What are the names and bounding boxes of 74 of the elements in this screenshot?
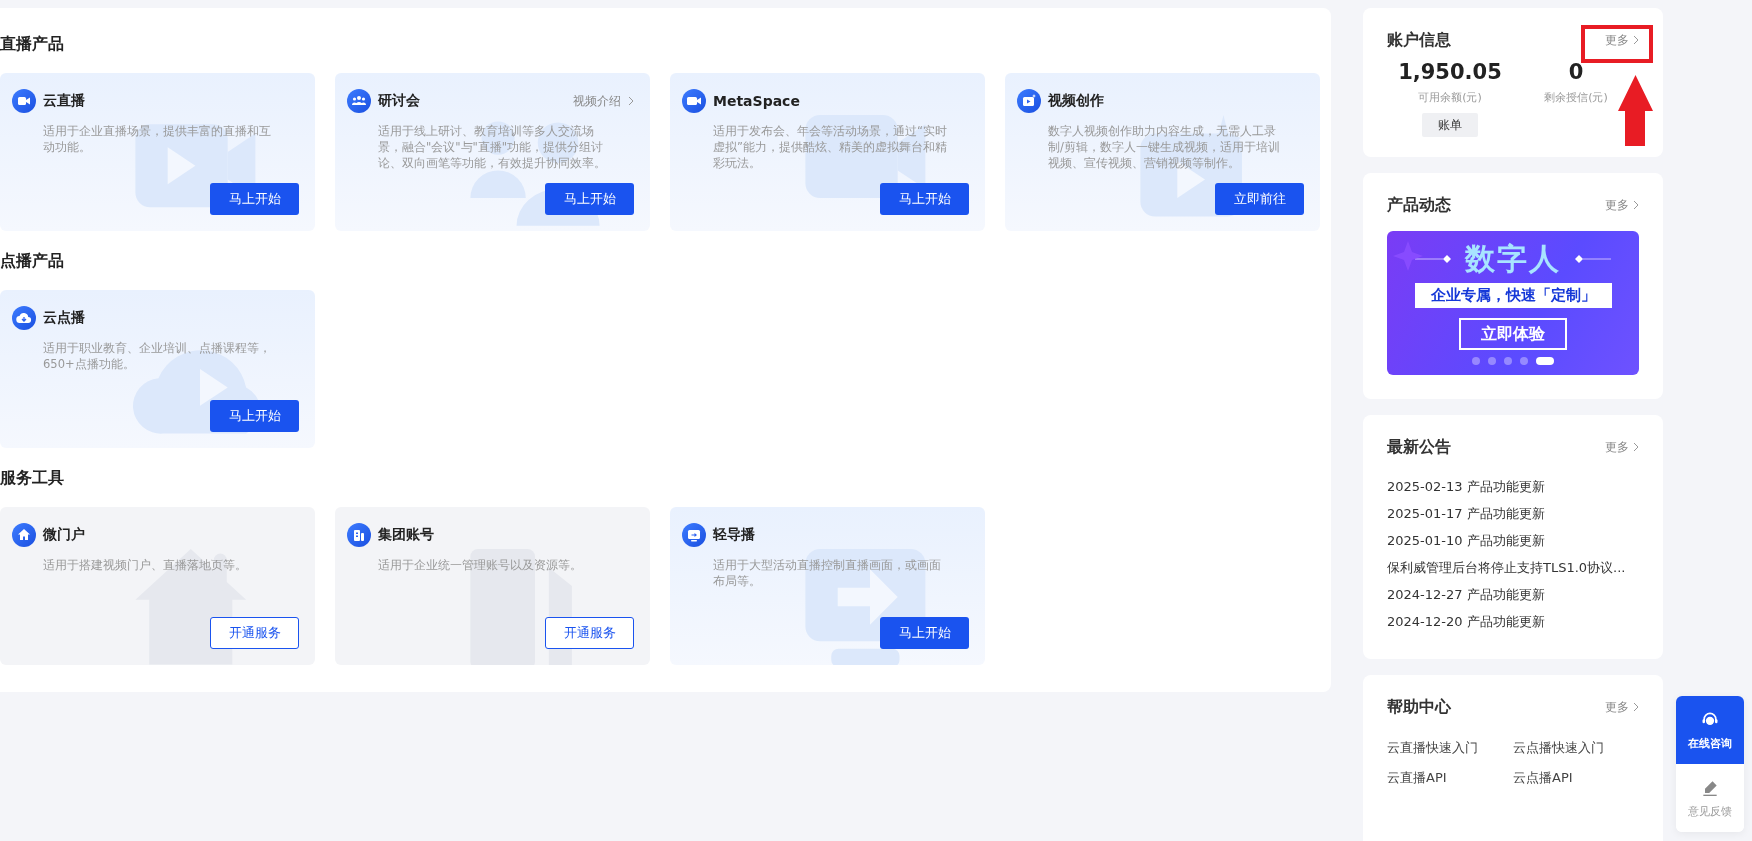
video-camera-icon	[12, 89, 36, 113]
monitor-icon	[682, 523, 706, 547]
chevron-icon	[1633, 702, 1639, 712]
banner-headline: 数字人	[1465, 241, 1561, 277]
start-button[interactable]: 马上开始	[210, 183, 299, 215]
open-service-button[interactable]: 开通服务	[545, 617, 634, 649]
help-link[interactable]: 云直播快速入门	[1387, 739, 1513, 757]
amount-label: 剩余授信(元)	[1544, 90, 1608, 105]
card-title: 产品动态	[1387, 194, 1451, 216]
start-button[interactable]: 马上开始	[880, 183, 969, 215]
open-service-button[interactable]: 开通服务	[210, 617, 299, 649]
chevron-icon	[1633, 442, 1639, 452]
people-icon	[347, 89, 371, 113]
card-title: 账户信息	[1387, 29, 1451, 51]
amount-value: 1,950.05	[1398, 59, 1502, 86]
card-description: 适用于搭建视频门户、直播落地页等。	[43, 557, 248, 573]
notice-link[interactable]: 保利威管理后台将停止支持TLS1.0协议...	[1387, 554, 1639, 581]
start-button[interactable]: 马上开始	[880, 617, 969, 649]
card-title: 云直播	[43, 92, 85, 110]
section-title: 直播产品	[0, 34, 65, 54]
notice-link[interactable]: 2025-01-17 产品功能更新	[1387, 500, 1639, 527]
section-title: 服务工具	[0, 468, 65, 488]
online-consult-button[interactable]: 在线咨询	[1676, 696, 1744, 764]
chevron-icon	[1633, 35, 1639, 45]
start-button[interactable]: 马上开始	[210, 400, 299, 432]
amount-label: 可用余额(元)	[1418, 90, 1482, 105]
amount-value: 0	[1568, 59, 1584, 86]
more-link[interactable]: 更多	[1605, 31, 1629, 49]
try-now-button[interactable]: 立即体验	[1459, 318, 1567, 350]
carousel-dot[interactable]	[1504, 357, 1512, 365]
card-title: 研讨会	[378, 92, 420, 110]
bill-button[interactable]: 账单	[1422, 113, 1478, 137]
card-title: MetaSpace	[713, 93, 800, 109]
start-button[interactable]: 立即前往	[1215, 183, 1304, 215]
cloud-icon	[12, 306, 36, 330]
card-title: 轻导播	[713, 526, 755, 544]
card-title: 最新公告	[1387, 436, 1451, 458]
more-link[interactable]: 更多	[1605, 438, 1629, 456]
card-title: 集团账号	[378, 526, 434, 544]
banner-ribbon: 企业专属，快速「定制」	[1414, 283, 1612, 308]
video-spark-icon	[1017, 89, 1041, 113]
carousel-dot[interactable]	[1520, 357, 1528, 365]
help-link[interactable]: 云点播快速入门	[1513, 739, 1639, 757]
card-description: 适用于大型活动直播控制直播画面，或画面布局等。	[713, 557, 942, 589]
card-description: 适用于发布会、年会等活动场景，通过“实时虚拟”能力，提供酷炫、精美的虚拟舞台和精彩玩法。	[713, 123, 948, 171]
chevron-icon	[1633, 200, 1639, 210]
more-link[interactable]: 更多	[1605, 196, 1629, 214]
sparkle-icon	[1393, 241, 1423, 271]
card-title: 帮助中心	[1387, 696, 1451, 718]
card-title: 微门户	[43, 526, 85, 544]
carousel-dot[interactable]	[1488, 357, 1496, 365]
help-link[interactable]: 云直播API	[1387, 769, 1513, 787]
card-title: 云点播	[43, 309, 85, 327]
card-description: 数字人视频创作助力内容生成，无需人工录制/剪辑，数字人一键生成视频，适用于培训视频、宣传视频、营销视频等制作。	[1048, 123, 1281, 171]
building-icon	[347, 523, 371, 547]
notice-link[interactable]: 2025-01-10 产品功能更新	[1387, 527, 1639, 554]
help-link[interactable]: 云点播API	[1513, 769, 1639, 787]
chevron-icon	[628, 96, 634, 106]
carousel-dot[interactable]	[1472, 357, 1480, 365]
notice-link[interactable]: 2024-12-20 产品功能更新	[1387, 608, 1639, 635]
notice-link[interactable]: 2025-02-13 产品功能更新	[1387, 473, 1639, 500]
promo-banner[interactable]: 数字人 企业专属，快速「定制」 立即体验	[1387, 231, 1639, 375]
card-description: 适用于线上研讨、教育培训等多人交流场景，融合"会议"与"直播"功能，提供分组讨论、双向画笔等功能，有效提升协同效率。	[378, 123, 607, 171]
section-title: 点播产品	[0, 251, 65, 271]
card-description: 适用于企业直播场景，提供丰富的直播和互动功能。	[43, 123, 272, 155]
notice-link[interactable]: 2024-12-27 产品功能更新	[1387, 581, 1639, 608]
video-camera-icon	[682, 89, 706, 113]
more-link[interactable]: 更多	[1605, 698, 1629, 716]
card-description: 适用于企业统一管理账号以及资源等。	[378, 557, 583, 573]
house-icon	[12, 523, 36, 547]
card-description: 适用于职业教育、企业培训、点播课程等，650+点播功能。	[43, 340, 272, 372]
card-title: 视频创作	[1048, 92, 1104, 110]
start-button[interactable]: 马上开始	[545, 183, 634, 215]
video-intro-link[interactable]: 视频介绍	[573, 92, 621, 110]
